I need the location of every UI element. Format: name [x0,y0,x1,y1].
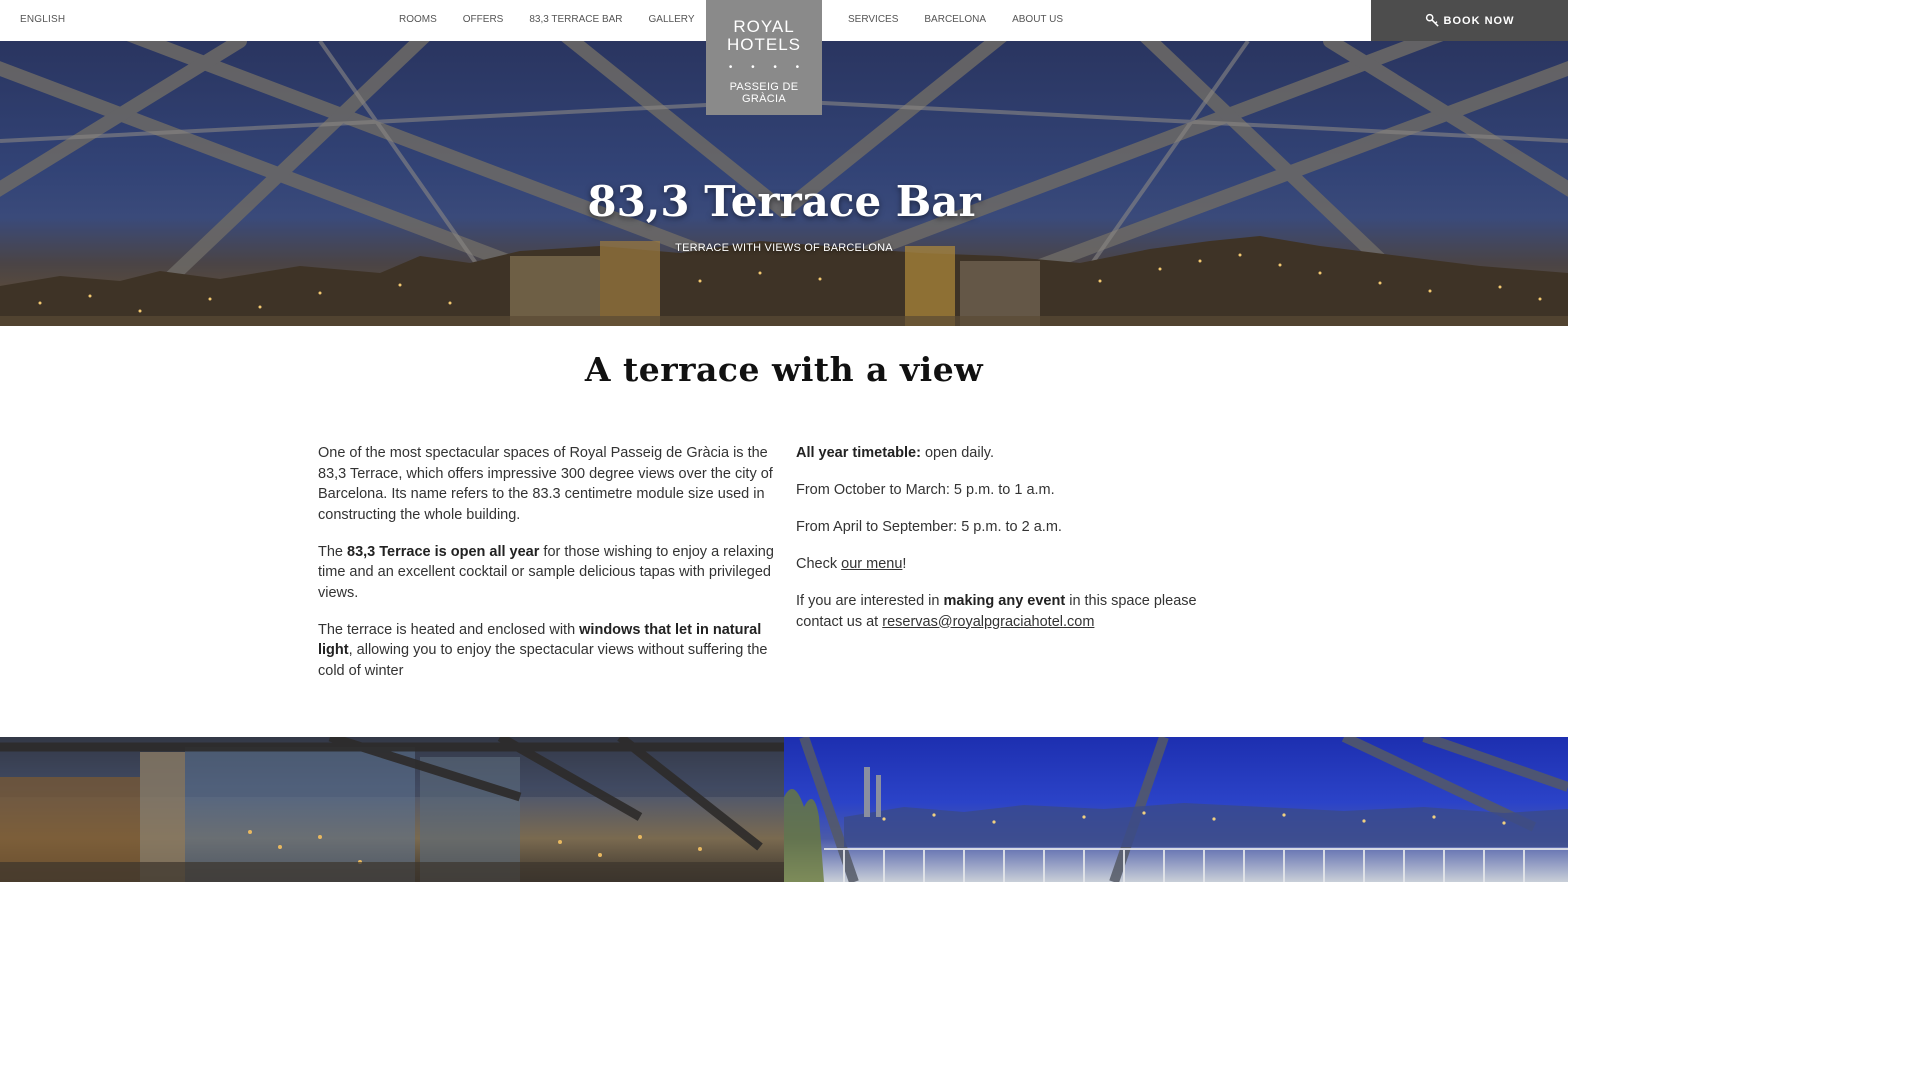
language-selector[interactable]: ENGLISH [20,14,65,25]
event-highlight: making any event [943,593,1066,609]
nav-item-services[interactable]: SERVICES [848,14,898,25]
terrace-photo-right[interactable] [784,737,1568,882]
paragraph-3-intro: The terrace is heated and enclosed with [318,621,580,638]
terrace-photo-left[interactable] [0,737,784,882]
nav-item-about-us[interactable]: ABOUT US [1012,14,1063,25]
winter-hours: From October to March: 5 p.m. to 1 a.m. [796,482,1055,498]
logo-line-hotels: HOTELS [726,35,802,54]
hero-title: 83,3 Terrace Bar [587,177,981,226]
hotel-logo[interactable]: ROYAL HOTELS • • • • PASSEIG DE GRÀCIA [706,0,822,115]
nav-item-terrace-bar[interactable]: 83,3 TERRACE BAR [529,14,622,25]
timetable-line: All year timetable: open daily. [796,443,1216,464]
logo-line-passeig: PASSEIG DE [729,81,799,93]
timetable-label: All year timetable: [796,445,921,461]
description-column: One of the most spectacular spaces of Ro… [318,443,774,698]
email-link[interactable]: reservas@royalpgraciahotel.com [882,614,1094,630]
menu-end: ! [902,556,907,572]
nav-item-offers[interactable]: OFFERS [463,14,504,25]
book-now-label: BOOK NOW [1443,14,1515,27]
menu-intro: Check [796,556,842,572]
paragraph-2-intro: The [318,543,348,560]
nav-right: SERVICES BARCELONA ABOUT US [848,14,1089,25]
key-icon [1425,13,1439,27]
hero-subtitle: TERRACE WITH VIEWS OF BARCELONA [675,242,893,254]
menu-line: Check our menu! [796,554,1216,575]
terrace-interior-image [0,737,784,882]
nav-item-barcelona[interactable]: BARCELONA [924,14,986,25]
menu-link[interactable]: our menu [841,556,902,572]
nav-item-rooms[interactable]: ROOMS [399,14,437,25]
nav-left: ROOMS OFFERS 83,3 TERRACE BAR GALLERY [399,14,720,25]
timetable-value: open daily. [920,445,995,461]
paragraph-3-rest: , allowing you to enjoy the spectacular … [318,642,768,679]
book-now-button[interactable]: BOOK NOW [1371,0,1568,41]
paragraph-2-highlight: 83,3 Terrace is open all year [347,543,540,560]
description-paragraph-3: The terrace is heated and enclosed with … [318,620,774,682]
event-intro: If you are interested in [796,593,944,609]
logo-line-royal: ROYAL [733,17,795,36]
logo-line-gracia: GRÀCIA [742,93,786,105]
summer-hours: From April to September: 5 p.m. to 2 a.m… [796,519,1062,535]
description-paragraph-2: The 83,3 Terrace is open all year for th… [318,542,774,604]
info-column: All year timetable: open daily. From Oct… [796,443,1216,649]
terrace-night-view-image [784,737,1568,882]
section-title: A terrace with a view [584,350,984,389]
logo-dots: • • • • [728,62,808,73]
nav-item-gallery[interactable]: GALLERY [649,14,695,25]
description-paragraph-1: One of the most spectacular spaces of Ro… [318,445,773,523]
event-contact: If you are interested in making any even… [796,591,1216,632]
